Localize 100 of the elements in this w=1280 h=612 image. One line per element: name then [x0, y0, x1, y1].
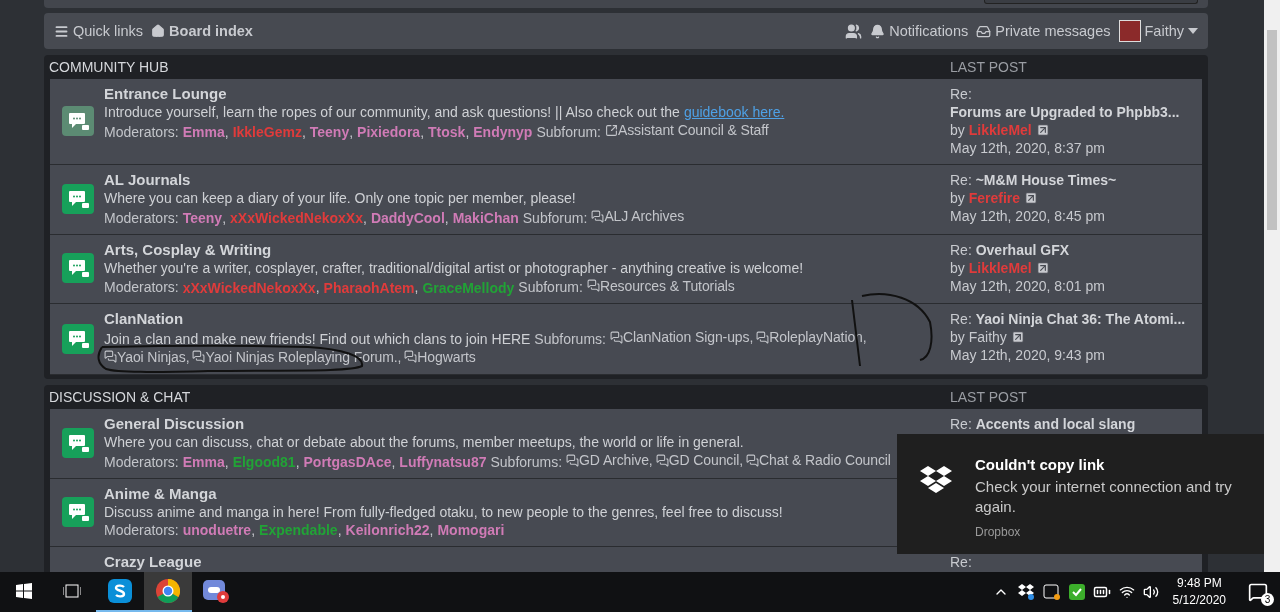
comma: ,: [349, 123, 354, 140]
forum-title-link[interactable]: Entrance Lounge: [104, 85, 944, 103]
notifications-link[interactable]: Notifications: [870, 23, 969, 39]
moderator-link[interactable]: Momogari: [437, 521, 505, 538]
subforum-link[interactable]: Yaoi Ninjas Roleplaying Forum.,: [192, 347, 402, 366]
last-post-title-link[interactable]: ~M&M House Times~: [975, 172, 1117, 188]
notification-icon: [1248, 582, 1268, 602]
clock-date: 5/12/2020: [1172, 592, 1226, 609]
volume-icon[interactable]: [1142, 584, 1159, 600]
guidebook-link[interactable]: guidebook here.: [683, 104, 785, 120]
moderators-label: Moderators:: [104, 453, 179, 470]
moderators-label: Moderators:: [104, 209, 179, 226]
moderator-link[interactable]: unoduetre: [182, 521, 252, 538]
moderators-label: Moderators:: [104, 279, 179, 295]
subforum-link[interactable]: ClanNation Sign-ups,: [609, 328, 754, 346]
moderator-link[interactable]: Endynyp: [473, 123, 533, 140]
go-to-post-icon[interactable]: [1023, 191, 1038, 205]
moderator-link[interactable]: Emma: [182, 453, 225, 470]
subforum-label: Subforum:: [518, 279, 583, 295]
user-menu[interactable]: Faithy: [1118, 20, 1198, 42]
subforum-link[interactable]: Hogwarts: [404, 347, 476, 366]
chat-bubbles-icon: [756, 330, 770, 344]
taskbar-app-button[interactable]: [144, 572, 192, 612]
external-link-icon: [605, 123, 618, 137]
go-to-post-icon[interactable]: [1035, 123, 1050, 137]
users-icon[interactable]: [845, 22, 863, 40]
scrollbar[interactable]: [1264, 0, 1280, 572]
reply-prefix: Re:: [950, 416, 972, 432]
subforum-link[interactable]: ALJ Archives: [591, 207, 685, 225]
chat-bubbles-icon: [591, 209, 605, 223]
scrollbar-thumb[interactable]: [1267, 30, 1277, 230]
last-post-header: LAST POST: [950, 59, 1028, 75]
moderator-link[interactable]: Expendable: [259, 521, 338, 538]
clock[interactable]: 9:48 PM 5/12/2020: [1172, 575, 1226, 609]
subforum-link[interactable]: RoleplayNation,: [756, 328, 867, 346]
board-index-link[interactable]: Board index: [151, 23, 253, 39]
subforum-link[interactable]: Assistant Council & Staff: [605, 121, 769, 139]
moderator-link[interactable]: Teeny: [309, 123, 350, 140]
author-link[interactable]: Faithy: [968, 329, 1007, 345]
moderator-link[interactable]: Keilonrich22: [345, 521, 430, 538]
chrome-icon: [156, 579, 180, 603]
action-center-button[interactable]: 3: [1242, 576, 1274, 608]
moderator-link[interactable]: Luffynatsu87: [399, 453, 487, 470]
go-to-post-icon[interactable]: [1010, 330, 1025, 344]
moderator-link[interactable]: MakiChan: [452, 209, 519, 226]
comma: ,: [444, 209, 449, 226]
forum-description: Join a clan and make new friends! Find out which clans to join HERE: [104, 330, 531, 347]
comma: ,: [391, 453, 396, 470]
forum-title-link[interactable]: General Discussion: [104, 415, 944, 433]
forum-title-link[interactable]: Crazy League: [104, 552, 944, 571]
subforum-link[interactable]: Chat & Radio Council: [746, 451, 891, 469]
subforum-label: Subforum:: [522, 209, 588, 226]
chat-bubbles-icon: [104, 350, 117, 363]
last-post-title-link[interactable]: Accents and local slang: [975, 416, 1136, 432]
by-label: by: [950, 190, 965, 206]
comma: ,: [224, 123, 229, 140]
toast-title: Couldn't copy link: [975, 456, 1106, 473]
quick-links-menu[interactable]: Quick links: [54, 23, 144, 39]
subforum-label: Subforums:: [534, 330, 606, 347]
subforum-link[interactable]: Yaoi Ninjas,: [104, 347, 190, 366]
comma: ,: [251, 521, 256, 538]
forum-title-link[interactable]: AL Journals: [104, 171, 944, 189]
last-post-title-link[interactable]: Overhaul GFX: [975, 241, 1070, 258]
subforum-label: Subforum:: [536, 123, 601, 140]
go-to-post-icon[interactable]: [1035, 260, 1050, 275]
dropbox-logo-icon: [919, 466, 953, 496]
reply-prefix: Re:: [950, 241, 972, 258]
wifi-icon[interactable]: [1118, 584, 1135, 600]
task-view-icon: [63, 583, 81, 599]
subforum-label: Subforums:: [490, 453, 563, 470]
search-field[interactable]: [984, 0, 1198, 4]
subforum-link[interactable]: GD Council,: [655, 451, 744, 469]
moderator-link[interactable]: Teeny: [182, 209, 223, 226]
last-post-title-link[interactable]: Yaoi Ninja Chat 36: The Atomi...: [975, 311, 1186, 327]
forum-description: Whether you're a writer, cosplayer, crafter, traditional/digital artist or photographer - anything creative is welcome!: [104, 259, 804, 276]
chat-bubbles-icon: [746, 453, 760, 467]
post-date: May 12th, 2020, 8:37 pm: [950, 140, 1105, 156]
moderator-link[interactable]: GraceMellody: [422, 279, 515, 295]
avatar-image: [1118, 20, 1141, 42]
forum-description: Discuss anime and manga in here! From fully-fledged otaku, to new people to the genres, feel free to discuss!: [104, 503, 783, 520]
subforum-link[interactable]: GD Archive,: [566, 451, 653, 469]
chat-bubbles-icon: [404, 350, 418, 363]
moderator-link[interactable]: Emma: [182, 123, 225, 140]
notification-count: 3: [1261, 593, 1274, 606]
chat-bubbles-icon: [609, 330, 623, 344]
clock-time: 9:48 PM: [1176, 575, 1222, 592]
private-messages-link[interactable]: Private messages: [976, 23, 1111, 39]
moderator-link[interactable]: Elgood81: [232, 453, 296, 470]
bell-icon: [870, 23, 886, 39]
forum-description: Where you can keep a diary of your life. Only one topic per member, please!: [104, 190, 576, 206]
forum-title-link[interactable]: Arts, Cosplay & Writing: [104, 240, 944, 259]
inbox-icon: [976, 23, 992, 39]
comma: ,: [222, 209, 227, 226]
moderator-link[interactable]: DaddyCool: [370, 209, 445, 226]
notification-toast[interactable]: Couldn't copy link Check your internet connection and try again. Dropbox: [897, 434, 1264, 554]
last-post-title-link[interactable]: Forums are Upgraded to Phpbb3...: [950, 104, 1180, 120]
subforum-link[interactable]: Resources & Tutorials: [586, 276, 735, 295]
by-label: by: [950, 122, 965, 138]
forum-title-link[interactable]: ClanNation: [104, 310, 944, 328]
dropbox-icon[interactable]: [1016, 584, 1035, 600]
